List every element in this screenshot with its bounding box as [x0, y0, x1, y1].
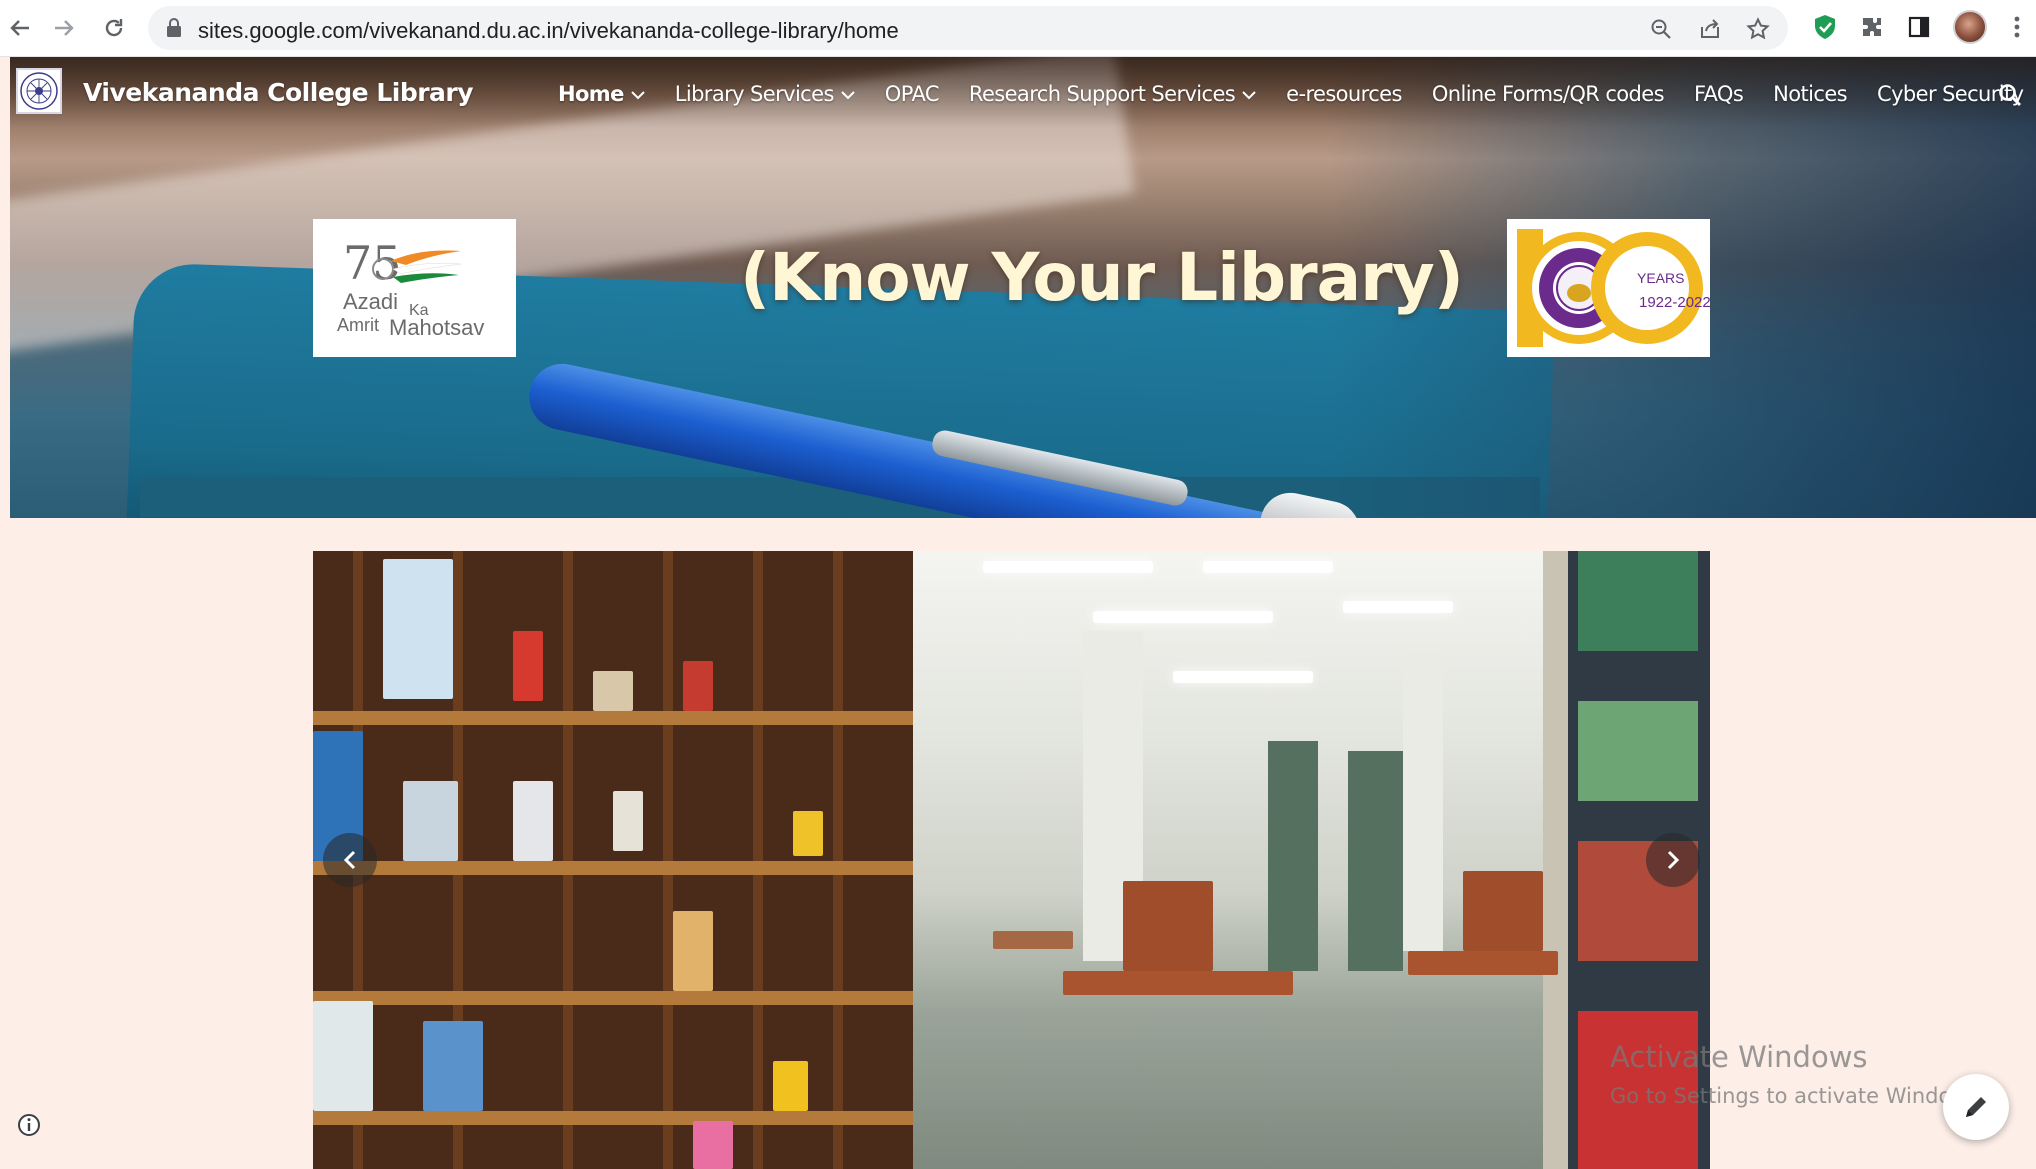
nav-item-e-resources[interactable]: e-resources: [1286, 82, 1402, 106]
address-bar[interactable]: sites.google.com/vivekanand.du.ac.in/viv…: [148, 6, 1788, 50]
carousel-prev-button[interactable]: [323, 833, 377, 887]
chevron-down-icon[interactable]: [631, 90, 645, 100]
college-logo[interactable]: [16, 68, 62, 114]
nav-label[interactable]: Library Services: [675, 82, 835, 106]
azadi-ka-amrit-mahotsav-logo: 75 Azadi Ka Amrit Mahotsav: [313, 219, 516, 357]
pencil-icon[interactable]: [1962, 1093, 1990, 1121]
nav-label[interactable]: Research Support Services: [969, 82, 1236, 106]
info-icon[interactable]: [16, 1112, 42, 1138]
site-page: Vivekananda College Library Home Library…: [10, 57, 2036, 1169]
chevron-down-icon[interactable]: [1242, 90, 1256, 100]
forward-icon[interactable]: [46, 10, 82, 46]
du-centenary-logo: YEARS 1922-2022: [1507, 219, 1711, 357]
extensions-puzzle-icon[interactable]: [1857, 12, 1887, 42]
nav-item-opac[interactable]: OPAC: [885, 82, 940, 106]
search-icon[interactable]: [1997, 82, 2025, 110]
nav-label[interactable]: Online Forms/QR codes: [1432, 82, 1665, 106]
nav-label[interactable]: Home: [558, 82, 624, 106]
bookmark-star-icon[interactable]: [1745, 16, 1771, 42]
reload-icon[interactable]: [96, 10, 132, 46]
lock-icon[interactable]: [166, 18, 182, 43]
library-reading-room-photo: [843, 551, 1558, 1169]
chevron-down-icon[interactable]: [841, 90, 855, 100]
hero-banner: Vivekananda College Library Home Library…: [10, 57, 2036, 518]
share-icon[interactable]: [1697, 16, 1723, 42]
carousel-next-button[interactable]: [1646, 833, 1700, 887]
svg-text:Amrit: Amrit: [337, 315, 379, 335]
svg-text:75: 75: [343, 236, 402, 290]
edit-page-button[interactable]: [1943, 1074, 2009, 1140]
nav-item-faqs[interactable]: FAQs: [1694, 82, 1744, 106]
bookshelf-left-photo: [313, 551, 913, 1169]
nav-label[interactable]: OPAC: [885, 82, 940, 106]
profile-avatar[interactable]: [1953, 10, 1987, 44]
menu-kebab-icon[interactable]: [2002, 12, 2032, 42]
nav-label[interactable]: e-resources: [1286, 82, 1402, 106]
nav-item-online-forms[interactable]: Online Forms/QR codes: [1432, 82, 1665, 106]
windows-activation-watermark: Activate Windows: [1610, 1040, 1868, 1074]
svg-text:Mahotsav: Mahotsav: [389, 315, 484, 340]
svg-text:YEARS: YEARS: [1637, 270, 1684, 286]
image-carousel: [313, 551, 1710, 1169]
chevron-right-icon[interactable]: [1664, 849, 1682, 871]
svg-text:1922-2022: 1922-2022: [1639, 294, 1710, 311]
windows-activation-hint: Go to Settings to activate Windows.: [1610, 1084, 1987, 1108]
chevron-left-icon[interactable]: [341, 849, 359, 871]
nav-item-research-support-services[interactable]: Research Support Services: [969, 82, 1256, 106]
svg-text:Azadi: Azadi: [343, 289, 398, 314]
nav-label[interactable]: FAQs: [1694, 82, 1744, 106]
side-panel-icon[interactable]: [1904, 12, 1934, 42]
nav-item-library-services[interactable]: Library Services: [675, 82, 855, 106]
zoom-icon[interactable]: [1648, 16, 1674, 42]
extension-shield-icon[interactable]: [1810, 12, 1840, 42]
top-navigation: Home Library Services OPAC Research Supp…: [558, 78, 2036, 110]
back-icon[interactable]: [2, 10, 38, 46]
url-text[interactable]: sites.google.com/vivekanand.du.ac.in/viv…: [198, 18, 899, 44]
browser-toolbar: sites.google.com/vivekanand.du.ac.in/viv…: [0, 0, 2036, 57]
site-title[interactable]: Vivekananda College Library: [83, 78, 474, 107]
nav-item-notices[interactable]: Notices: [1773, 82, 1847, 106]
page-heading: (Know Your Library): [740, 239, 1464, 316]
nav-item-home[interactable]: Home: [558, 82, 645, 106]
nav-label[interactable]: Notices: [1773, 82, 1847, 106]
